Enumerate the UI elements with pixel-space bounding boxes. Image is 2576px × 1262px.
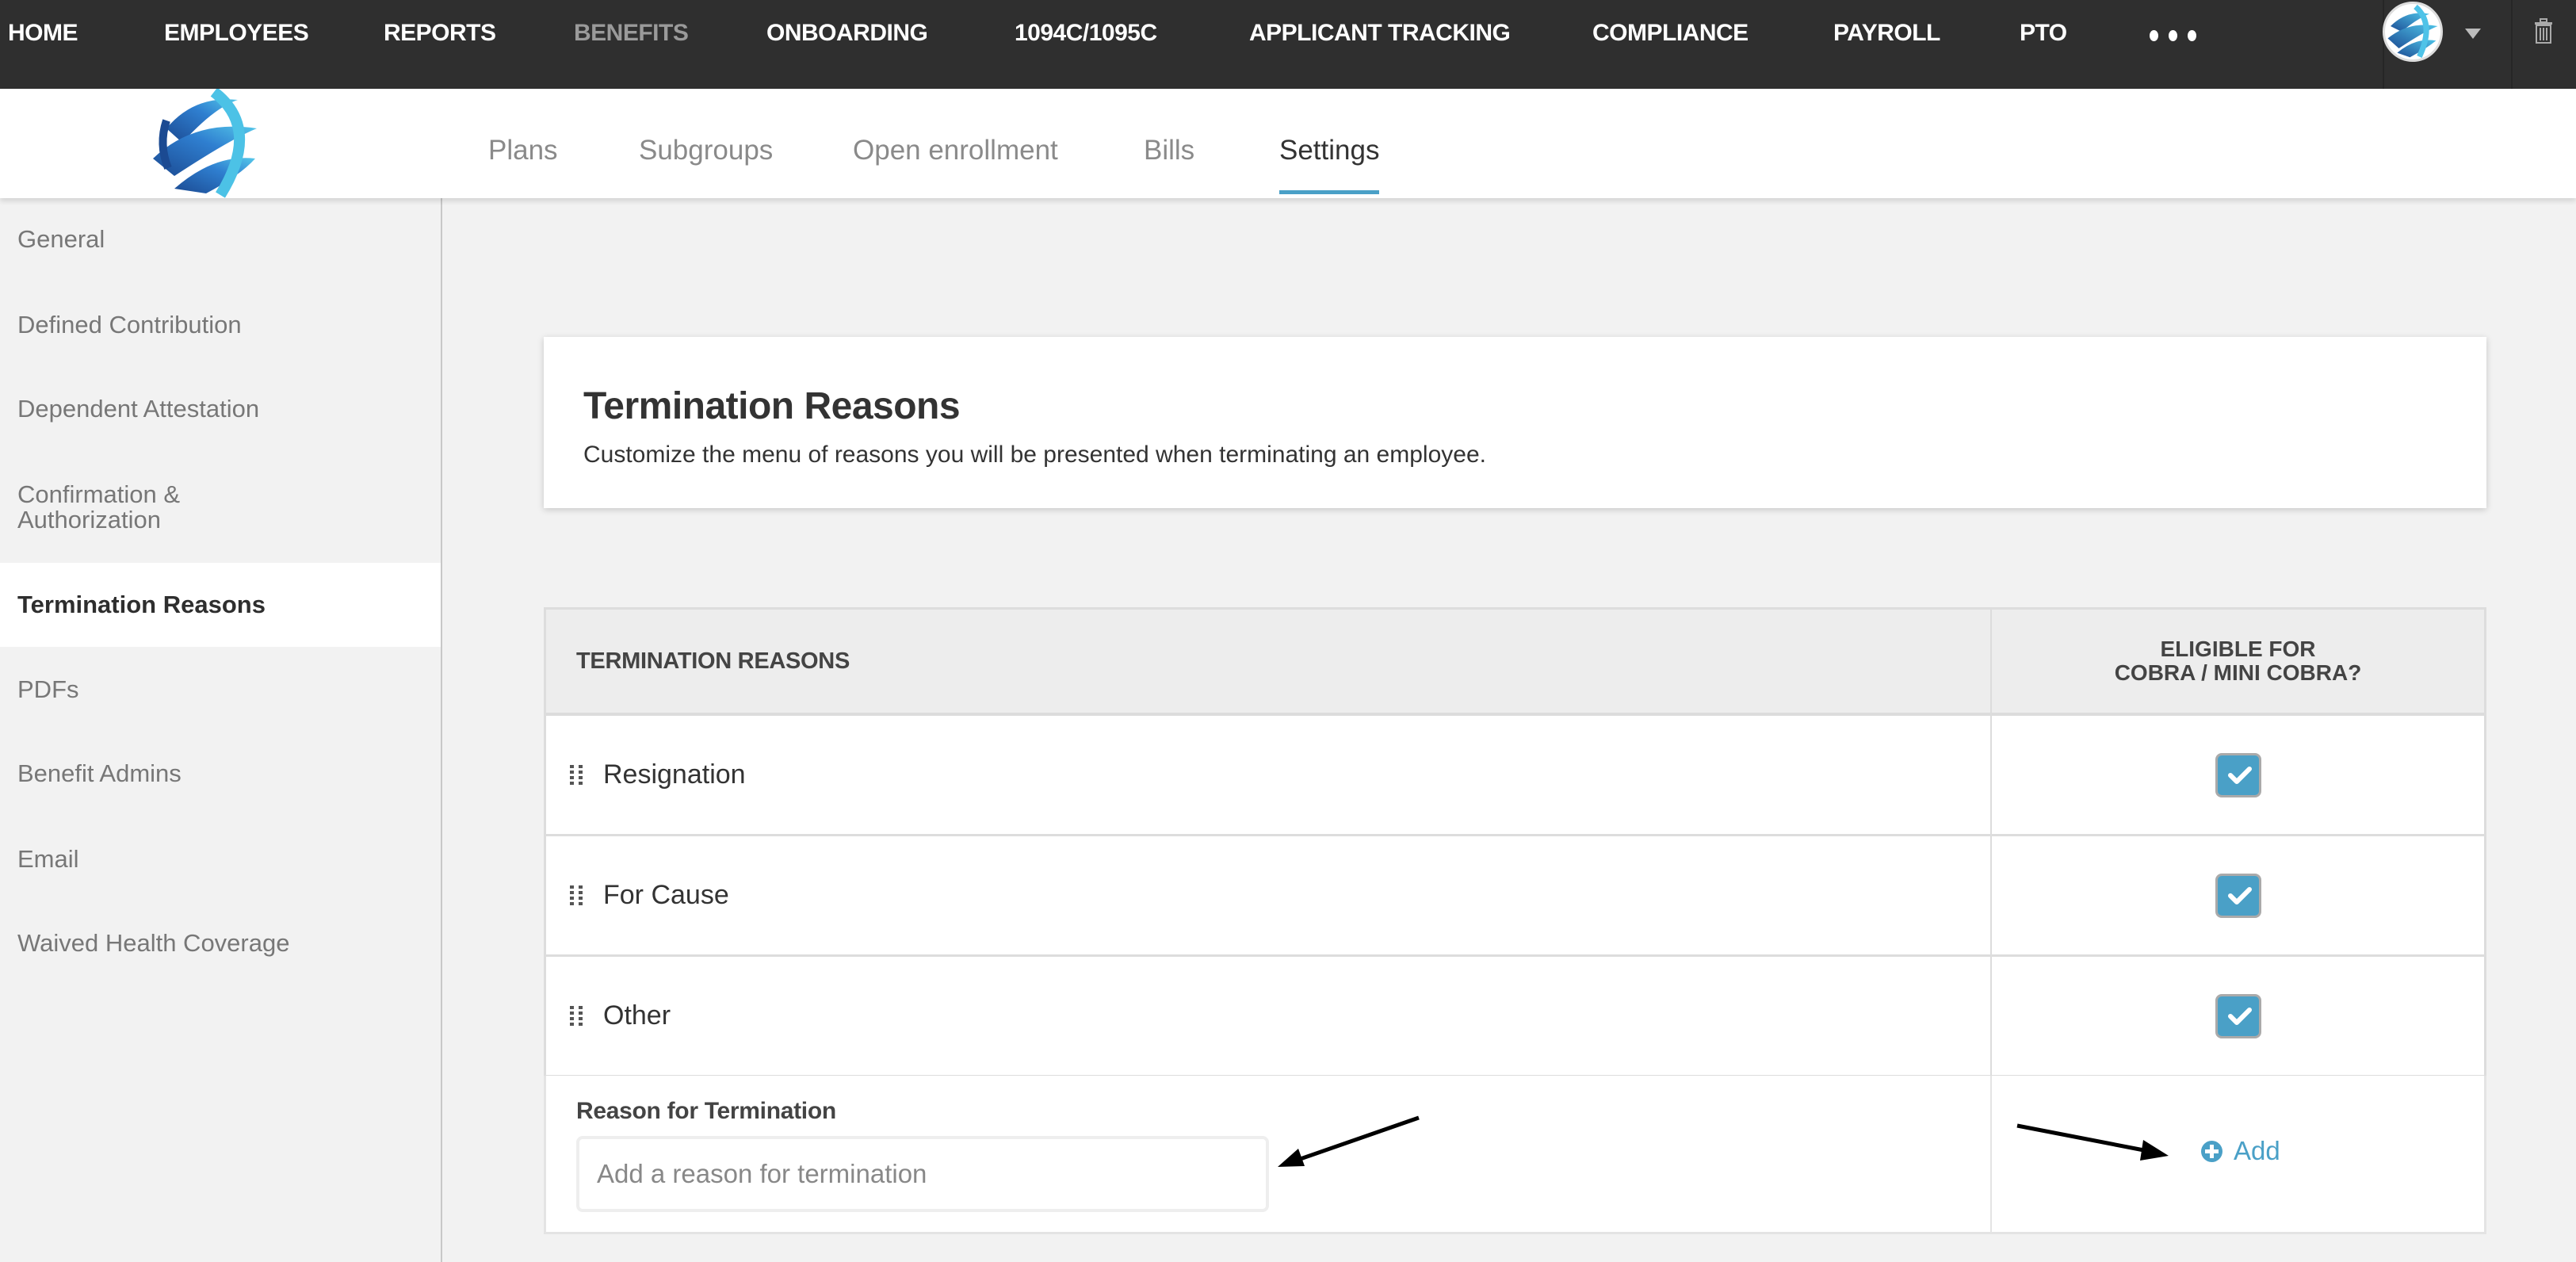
drag-handle-icon[interactable] (570, 885, 584, 906)
checkmark-icon (2227, 1007, 2252, 1025)
add-reason-button[interactable]: Add (2201, 1136, 2280, 1166)
cobra-eligible-checkbox[interactable] (2215, 873, 2261, 918)
tab-bills[interactable]: Bills (1144, 135, 1194, 166)
sidebar-item-general[interactable]: General (0, 216, 441, 263)
nav-1094c-1095c[interactable]: 1094C/1095C (1015, 0, 1157, 67)
table-header: TERMINATION REASONS ELIGIBLE FOR COBRA /… (546, 610, 2484, 716)
benefits-subnav: Plans Subgroups Open enrollment Bills Se… (0, 89, 2576, 198)
avatar-globe-icon (2386, 4, 2440, 59)
reason-label: For Cause (603, 880, 729, 910)
column-header-reasons: TERMINATION REASONS (546, 610, 1992, 713)
nav-compliance[interactable]: COMPLIANCE (1592, 0, 1749, 67)
ellipsis-icon (2188, 30, 2196, 41)
nav-employees[interactable]: EMPLOYEES (164, 0, 309, 67)
tab-bills-label: Bills (1144, 135, 1195, 166)
sidebar-item-defined-contribution[interactable]: Defined Contribution (0, 301, 441, 349)
checkmark-icon (2227, 766, 2252, 784)
reason-field-label: Reason for Termination (576, 1098, 836, 1124)
active-tab-indicator (1279, 190, 1380, 194)
reason-cell: Resignation (546, 716, 1992, 834)
page-description: Customize the menu of reasons you will b… (583, 442, 1486, 468)
tab-settings-label: Settings (1279, 135, 1380, 166)
table-row: Other (546, 957, 2484, 1077)
cobra-eligible-checkbox[interactable] (2215, 993, 2261, 1038)
trash-icon[interactable] (2533, 17, 2554, 44)
cobra-cell (1992, 957, 2484, 1075)
user-avatar[interactable] (2383, 2, 2443, 62)
more-menu-button[interactable] (2150, 24, 2196, 48)
tab-plans[interactable]: Plans (488, 135, 558, 166)
reason-cell: Other (546, 957, 1992, 1075)
sidebar-item-email[interactable]: Email (0, 836, 441, 883)
reason-label: Other (603, 1000, 671, 1031)
sidebar-item-dependent-attestation[interactable]: Dependent Attestation (0, 385, 441, 433)
tab-subgroups-label: Subgroups (639, 135, 774, 166)
drag-handle-icon[interactable] (570, 1005, 584, 1027)
termination-reasons-table: TERMINATION REASONS ELIGIBLE FOR COBRA /… (544, 607, 2486, 1080)
nav-divider (2383, 0, 2384, 89)
tab-plans-label: Plans (488, 135, 558, 166)
nav-applicant-tracking[interactable]: APPLICANT TRACKING (1249, 0, 1511, 67)
nav-pto[interactable]: PTO (2020, 0, 2067, 67)
add-action-cell: Add (1992, 1076, 2484, 1232)
nav-payroll[interactable]: PAYROLL (1833, 0, 1940, 67)
reason-label: Resignation (603, 759, 746, 790)
plus-circle-icon (2201, 1140, 2222, 1162)
add-button-label: Add (2234, 1136, 2280, 1165)
drag-handle-icon[interactable] (570, 764, 584, 786)
add-reason-form: Reason for Termination (546, 1076, 1992, 1232)
nav-benefits[interactable]: BENEFITS (574, 0, 689, 67)
ellipsis-icon (2150, 30, 2158, 41)
settings-sidebar: General Defined Contribution Dependent A… (0, 198, 442, 1262)
caret-down-icon[interactable] (2465, 29, 2481, 39)
sidebar-item-confirmation-authorization[interactable]: Confirmation & Authorization (0, 468, 441, 547)
nav-divider (2511, 0, 2513, 89)
reason-input[interactable] (576, 1136, 1269, 1212)
nav-reports[interactable]: REPORTS (384, 0, 496, 67)
nav-home[interactable]: HOME (8, 0, 78, 67)
column-header-cobra-line1: ELIGIBLE FOR (2160, 637, 2316, 661)
tab-subgroups[interactable]: Subgroups (639, 135, 773, 166)
sidebar-item-waived-health-coverage[interactable]: Waived Health Coverage (0, 920, 441, 967)
column-header-cobra-line2: COBRA / MINI COBRA? (2114, 660, 2362, 685)
table-row: Resignation (546, 716, 2484, 836)
page-title: Termination Reasons (583, 385, 961, 427)
section-header-card: Termination Reasons Customize the menu o… (544, 337, 2486, 508)
top-navigation-bar: HOME EMPLOYEES REPORTS BENEFITS ONBOARDI… (0, 0, 2576, 89)
column-header-cobra: ELIGIBLE FOR COBRA / MINI COBRA? (1992, 610, 2484, 713)
globe-logo-icon (153, 89, 257, 198)
reason-cell: For Cause (546, 836, 1992, 954)
add-reason-row: Reason for Termination Add (544, 1076, 2486, 1234)
tab-open-enrollment-label: Open enrollment (853, 135, 1058, 166)
ellipsis-icon (2169, 30, 2177, 41)
sidebar-item-termination-reasons[interactable]: Termination Reasons (0, 563, 441, 647)
sidebar-item-pdfs[interactable]: PDFs (0, 666, 441, 713)
sidebar-item-benefit-admins[interactable]: Benefit Admins (0, 750, 441, 797)
tab-settings[interactable]: Settings (1279, 135, 1380, 194)
table-row: For Cause (546, 836, 2484, 957)
cobra-cell (1992, 716, 2484, 834)
cobra-cell (1992, 836, 2484, 954)
nav-onboarding[interactable]: ONBOARDING (766, 0, 928, 67)
tab-open-enrollment[interactable]: Open enrollment (853, 135, 1058, 166)
cobra-eligible-checkbox[interactable] (2215, 752, 2261, 797)
checkmark-icon (2227, 886, 2252, 904)
